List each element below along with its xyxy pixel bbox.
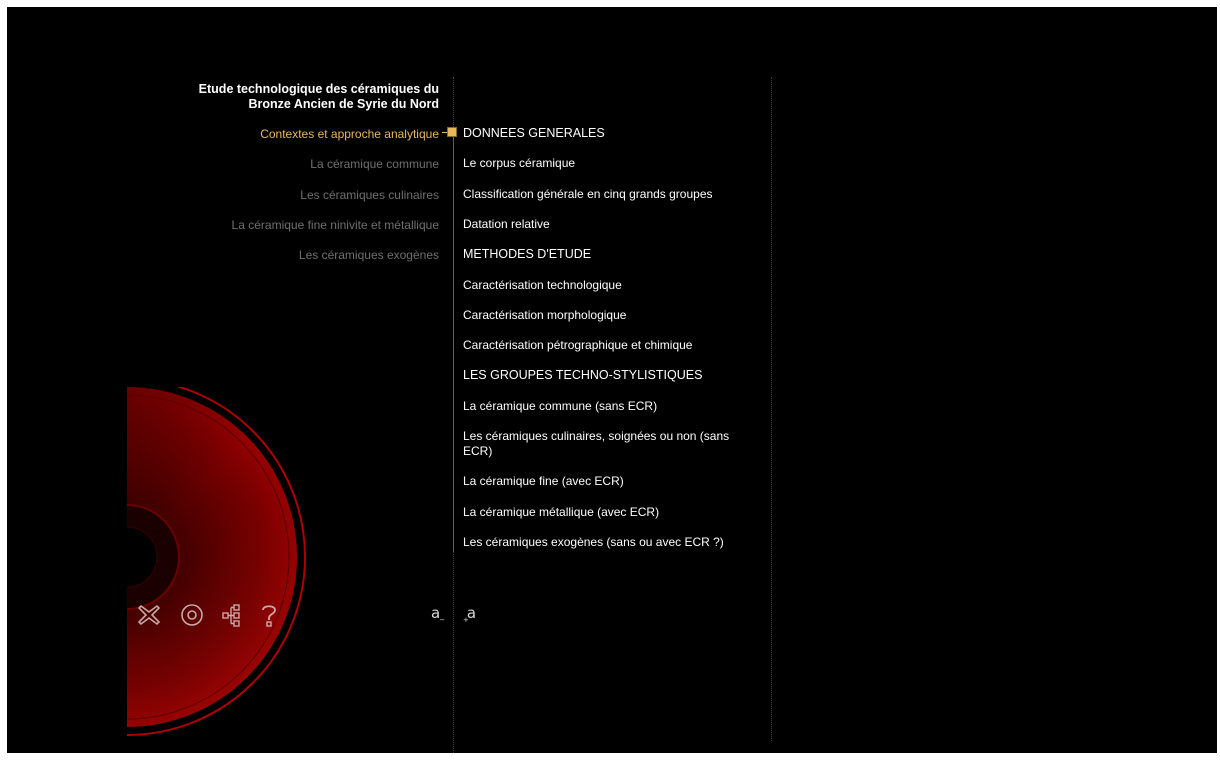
nav-item-ceramiques-exogenes[interactable]: Les céramiques exogènes xyxy=(299,248,439,262)
plus-icon: + xyxy=(463,616,469,624)
toc-item-ceramiques-culinaires[interactable]: Les céramiques culinaires, soignées ou n… xyxy=(463,429,753,459)
nav-item-ceramique-fine[interactable]: La céramique fine ninivite et métallique xyxy=(232,218,439,232)
right-guide-line xyxy=(771,77,772,741)
toc-item-caracterisation-technologique[interactable]: Caractérisation technologique xyxy=(463,278,753,293)
toc-item-corpus[interactable]: Le corpus céramique xyxy=(463,156,753,171)
font-decrease-button[interactable]: a− xyxy=(431,604,446,624)
toc-section-groupes[interactable]: LES GROUPES TECHNO-STYLISTIQUES xyxy=(463,368,753,383)
toc-item-ceramiques-exogenes[interactable]: Les céramiques exogènes (sans ou avec EC… xyxy=(463,535,753,550)
toc-section-donnees-generales[interactable]: DONNEES GENERALES xyxy=(463,126,753,141)
sitemap-icon[interactable] xyxy=(219,601,247,629)
toc-item-caracterisation-petrographique[interactable]: Caractérisation pétrographique et chimiq… xyxy=(463,338,753,353)
app-window: Etude technologique des céramiques du Br… xyxy=(7,7,1217,753)
font-increase-button[interactable]: +a xyxy=(463,604,476,624)
toc-item-ceramique-metallique[interactable]: La céramique métallique (avec ECR) xyxy=(463,505,753,520)
minus-icon: − xyxy=(439,616,446,624)
decorative-disc xyxy=(127,387,307,753)
toc-divider-line xyxy=(453,127,454,552)
active-marker-icon xyxy=(448,128,456,136)
toc-item-classification[interactable]: Classification générale en cinq grands g… xyxy=(463,187,753,202)
disc-graphic xyxy=(127,387,306,736)
toc-item-ceramique-fine[interactable]: La céramique fine (avec ECR) xyxy=(463,474,753,489)
toc-section-methodes[interactable]: METHODES D'ETUDE xyxy=(463,247,753,262)
toc-item-datation[interactable]: Datation relative xyxy=(463,217,753,232)
nav-item-ceramique-commune[interactable]: La céramique commune xyxy=(310,157,439,171)
close-icon[interactable] xyxy=(135,601,163,629)
toc-item-ceramique-commune[interactable]: La céramique commune (sans ECR) xyxy=(463,399,753,414)
home-icon[interactable] xyxy=(178,601,206,629)
nav-item-ceramiques-culinaires[interactable]: Les céramiques culinaires xyxy=(300,188,439,202)
nav-item-contextes[interactable]: Contextes et approche analytique xyxy=(260,127,439,141)
page-title: Etude technologique des céramiques du Br… xyxy=(198,82,439,111)
toc-item-caracterisation-morphologique[interactable]: Caractérisation morphologique xyxy=(463,308,753,323)
help-icon[interactable] xyxy=(255,601,283,629)
